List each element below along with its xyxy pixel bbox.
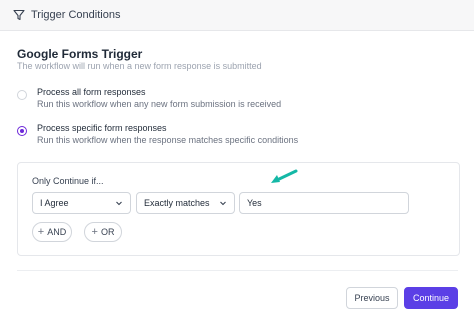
option-description: Run this workflow when the response matc… <box>37 135 299 145</box>
plus-icon: + <box>37 226 45 238</box>
trigger-conditions-header: Trigger Conditions <box>0 0 474 31</box>
option-all-responses[interactable]: Process all form responses Run this work… <box>17 87 281 110</box>
chevron-down-icon <box>219 199 227 207</box>
field-select-value: I Agree <box>40 198 69 208</box>
previous-button[interactable]: Previous <box>346 287 398 309</box>
option-label: Process all form responses <box>37 87 146 97</box>
radio-all-responses[interactable] <box>17 90 27 100</box>
plus-icon: + <box>91 226 98 238</box>
option-description: Run this workflow when any new form subm… <box>37 99 282 109</box>
option-specific-responses[interactable]: Process specific form responses Run this… <box>17 123 298 146</box>
filter-icon <box>13 9 25 21</box>
condition-panel: Only Continue if... I Agree Exactly matc… <box>17 162 460 256</box>
value-input-text: Yes <box>247 198 262 208</box>
arrow-pointer-icon <box>271 169 298 183</box>
header-title: Trigger Conditions <box>31 9 121 21</box>
and-label: AND <box>47 227 67 237</box>
only-continue-label: Only Continue if... <box>32 176 104 186</box>
add-or-button[interactable]: + OR <box>84 222 122 242</box>
option-label: Process specific form responses <box>37 123 167 133</box>
or-label: OR <box>100 227 115 237</box>
field-select[interactable]: I Agree <box>32 192 131 214</box>
operator-select-value: Exactly matches <box>144 198 210 208</box>
radio-specific-responses[interactable] <box>17 126 27 136</box>
chevron-down-icon <box>115 199 123 207</box>
section-subtitle: The workflow will run when a new form re… <box>17 61 262 71</box>
continue-button[interactable]: Continue <box>404 287 458 309</box>
value-input[interactable]: Yes <box>239 192 409 214</box>
add-and-button[interactable]: + AND <box>32 222 72 242</box>
operator-select[interactable]: Exactly matches <box>136 192 235 214</box>
footer-divider <box>17 270 458 271</box>
section-title: Google Forms Trigger <box>17 47 143 61</box>
